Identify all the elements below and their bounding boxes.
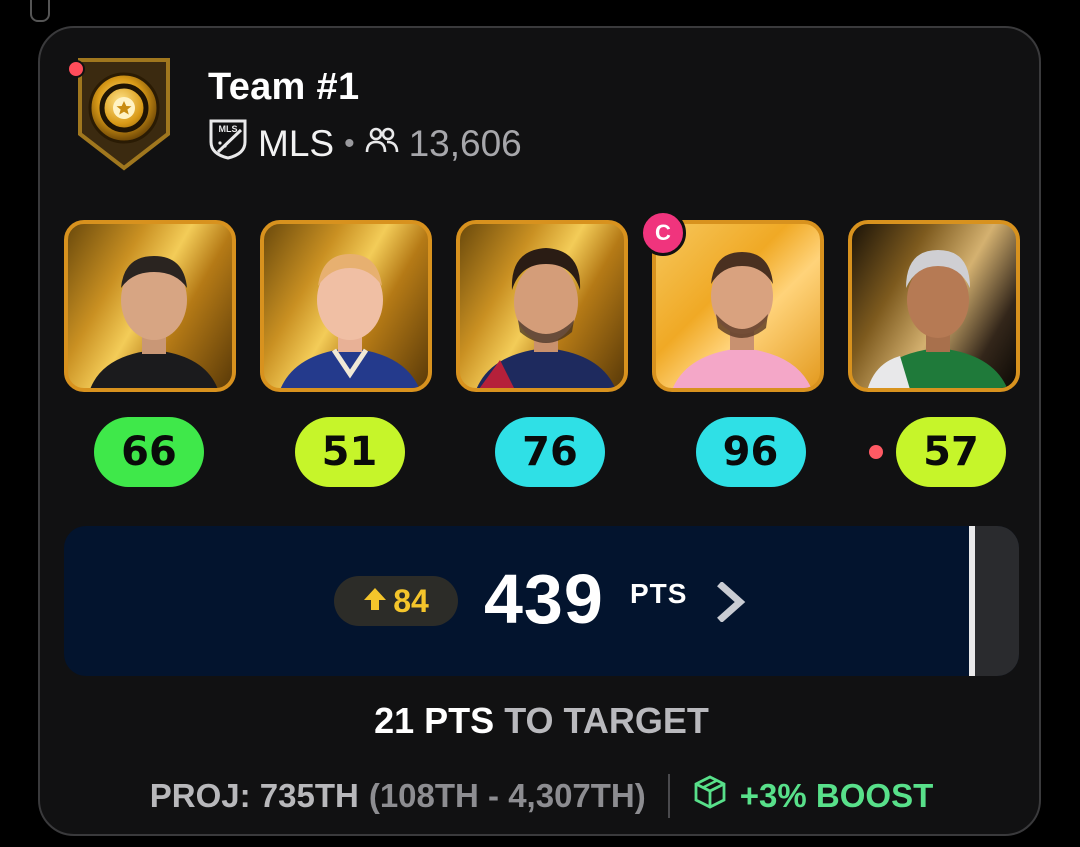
meta-separator: • <box>344 126 355 160</box>
points-change-value: 84 <box>393 582 429 619</box>
team-name: Team #1 <box>208 66 360 108</box>
progress-track <box>973 526 1019 676</box>
footer-divider <box>667 774 670 818</box>
members-count: 13,606 <box>408 122 522 164</box>
projected-range: (108TH - 4,307TH) <box>368 777 646 814</box>
target-amount: 21 PTS <box>374 700 495 741</box>
player-scores: 66 51 76 96 57 <box>94 417 1006 487</box>
player-photo <box>64 220 236 392</box>
player-card-3[interactable] <box>456 220 628 392</box>
captain-badge: C <box>640 210 686 256</box>
player-card-4[interactable]: C <box>640 210 824 392</box>
points-change-badge: 84 <box>334 576 458 626</box>
scroll-handle <box>30 0 50 22</box>
player-photo <box>260 220 432 392</box>
league-name: MLS <box>258 122 335 164</box>
projection-footer: PROJ: 735TH (108TH - 4,307TH) +3% BOOST <box>40 774 1043 818</box>
points-unit: PTS <box>630 578 688 609</box>
alert-dot <box>869 445 883 459</box>
player-lineup: C <box>64 210 1020 392</box>
chevron-right-icon[interactable] <box>714 581 748 627</box>
player-score-2: 51 <box>294 417 405 487</box>
player-score-4: 96 <box>695 417 806 487</box>
team-badge-icon <box>74 54 174 172</box>
player-card-1[interactable] <box>64 220 236 392</box>
boost-label: +3% BOOST <box>739 777 934 814</box>
points-panel[interactable]: 84 439 PTS <box>64 526 1019 676</box>
members-icon <box>365 123 399 165</box>
points-to-target: 21 PTS TO TARGET <box>40 700 1043 742</box>
mls-shield-icon: MLS <box>208 118 248 169</box>
notification-dot <box>67 60 85 78</box>
boost-cube-icon <box>692 774 728 818</box>
player-score-1: 66 <box>94 417 204 487</box>
arrow-up-icon <box>363 583 387 620</box>
team-meta: MLS MLS • 13,606 <box>208 118 522 169</box>
boost-info: +3% BOOST <box>692 774 933 818</box>
player-card-5[interactable] <box>848 220 1020 392</box>
target-label: TO TARGET <box>504 700 709 741</box>
total-points: 439 <box>484 560 604 638</box>
player-photo <box>848 220 1020 392</box>
svg-text:MLS: MLS <box>219 124 238 134</box>
team-card[interactable]: Team #1 MLS MLS • 13,606 C 66 51 76 96 5… <box>38 26 1041 836</box>
projected-rank: PROJ: 735TH <box>149 777 359 814</box>
player-photo <box>456 220 628 392</box>
player-card-2[interactable] <box>260 220 432 392</box>
player-score-5: 57 <box>896 417 1006 487</box>
player-score-3: 76 <box>495 417 605 487</box>
target-marker <box>969 526 975 676</box>
